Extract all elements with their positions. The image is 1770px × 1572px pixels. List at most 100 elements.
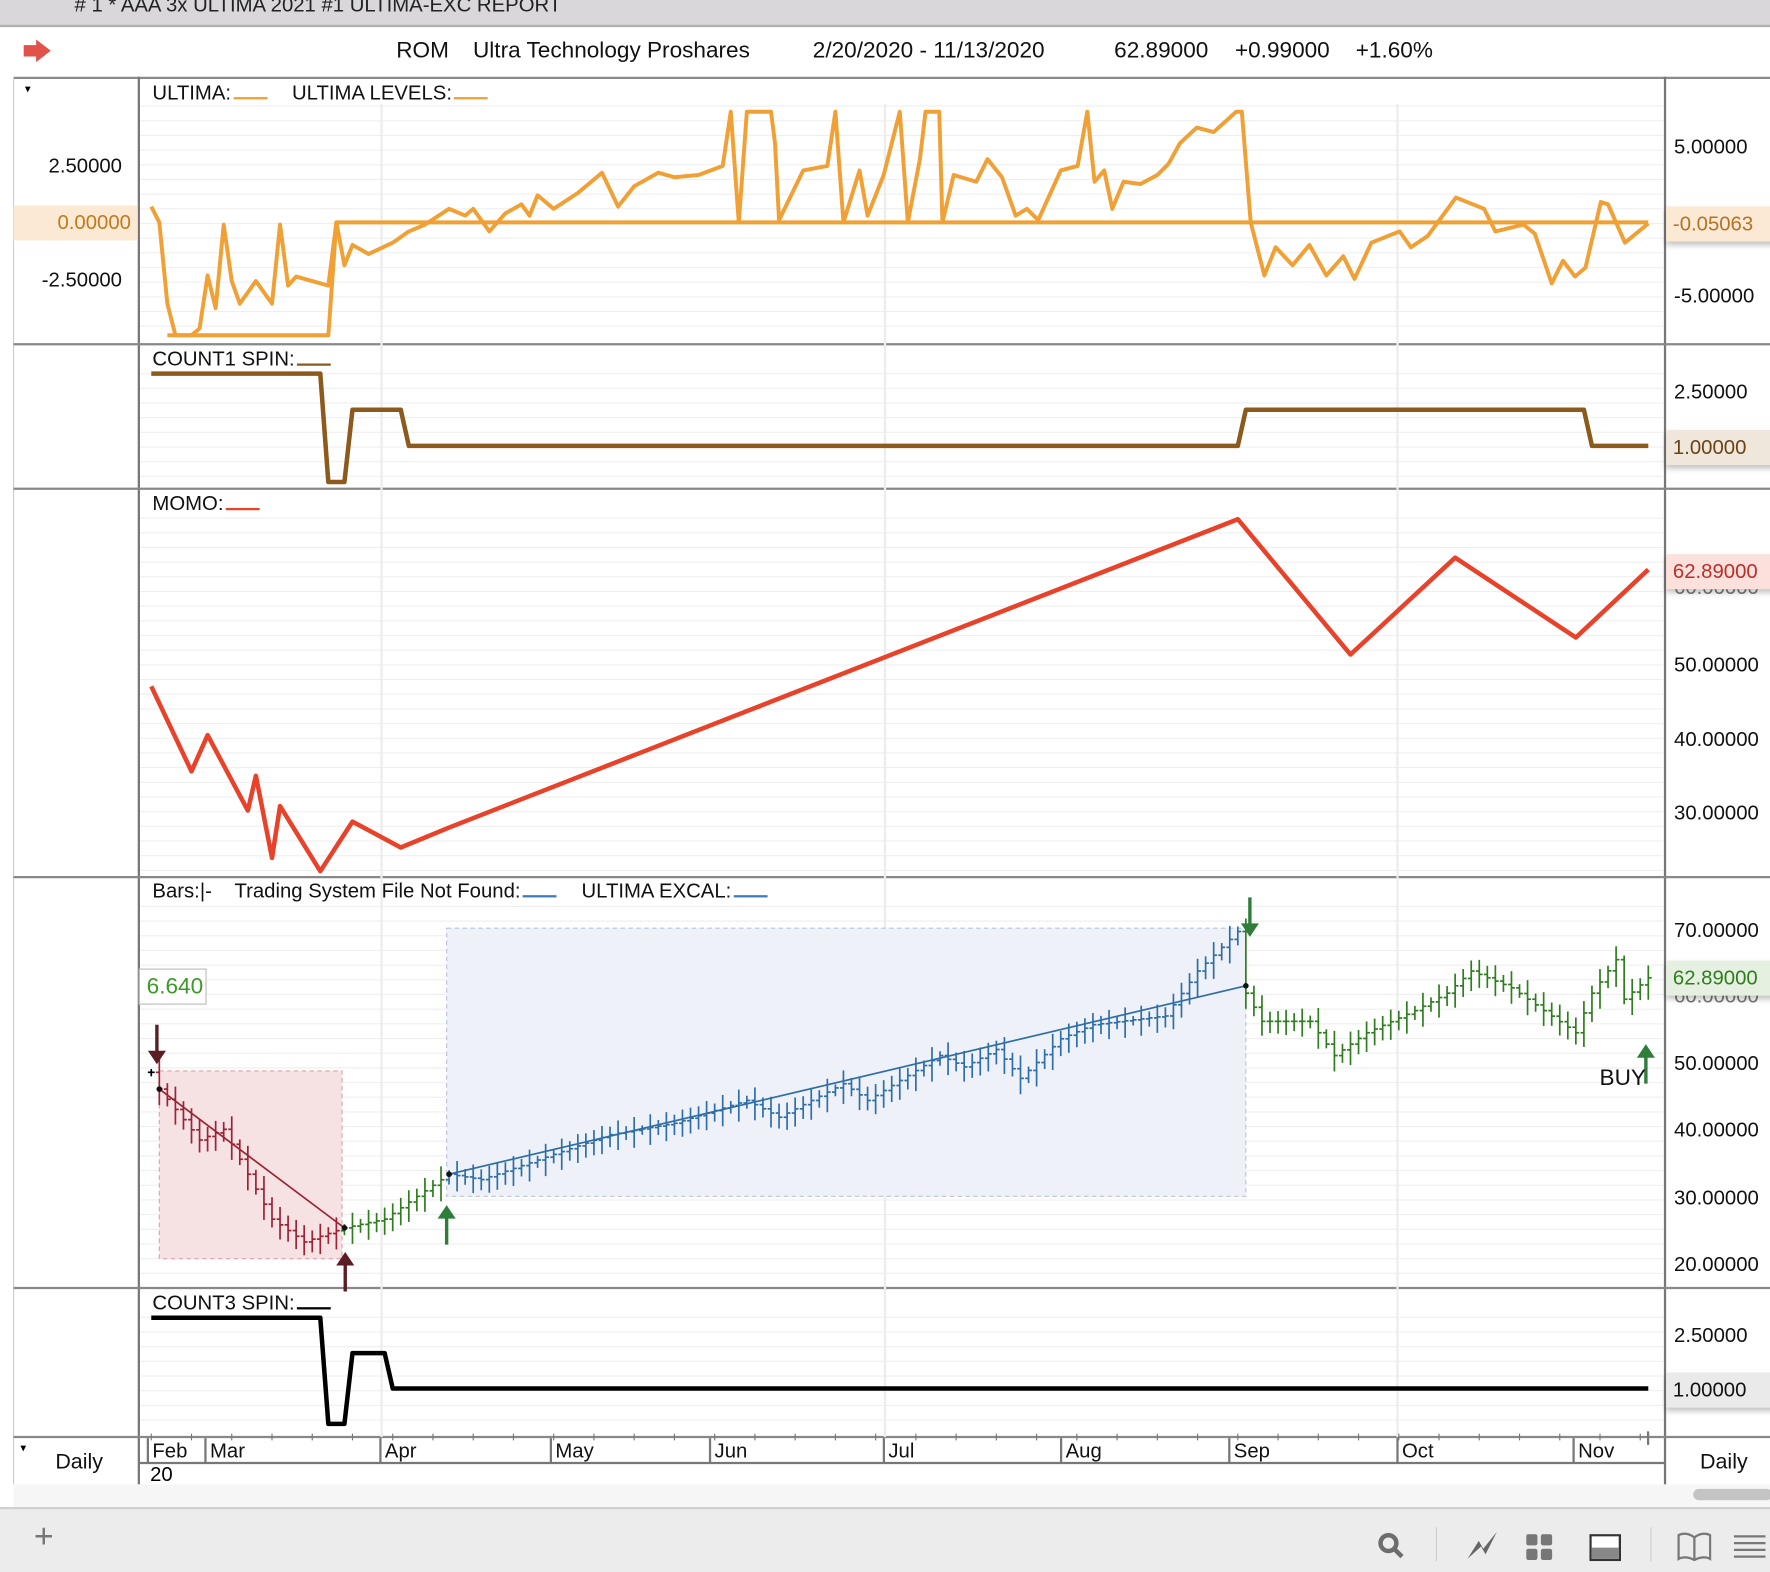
left-axis-tick: 2.50000 [48, 154, 123, 178]
price-bar [1290, 1013, 1298, 1032]
buy-signal-label: BUY [1599, 1065, 1646, 1091]
price-bar [1636, 978, 1644, 1001]
interval-selector-right[interactable]: Daily [1700, 1451, 1748, 1476]
grid-icon[interactable] [1526, 1534, 1553, 1561]
ultima-title: ULTIMA: ULTIMA LEVELS: [152, 81, 489, 105]
price-bar [1516, 984, 1523, 998]
price-bar [1508, 971, 1515, 1004]
price-bar [1347, 1031, 1354, 1065]
momo-value-badge: 62.89000 [1666, 554, 1770, 590]
chart-line-icon[interactable] [1465, 1530, 1499, 1562]
price-bar [1612, 946, 1620, 987]
month-label: May [549, 1438, 594, 1463]
horizontal-scroll-track[interactable] [13, 1484, 1770, 1507]
price-bar [1548, 1002, 1556, 1026]
price-bar [1435, 984, 1443, 1018]
price-bar [1524, 980, 1531, 1016]
interval-dropdown-icon[interactable]: ▾ [20, 1443, 26, 1455]
price-bar [1411, 1005, 1419, 1020]
chart-window: # 1 * AAA 3x ULTIMA 2021 #1 ULTIMA-EXC R… [0, 0, 1770, 1572]
price-bar [1258, 995, 1266, 1036]
momo-line [149, 516, 1650, 874]
right-axis-tick: 30.00000 [1674, 801, 1759, 825]
right-axis-tick: 30.00000 [1674, 1186, 1759, 1209]
add-icon[interactable]: + [34, 1518, 54, 1556]
price-bar [1314, 1008, 1322, 1049]
toolbar-divider [1650, 1527, 1652, 1562]
left-axis-zero-badge: 0.00000 [13, 205, 138, 241]
trendline-point [446, 1171, 452, 1178]
price-bar [389, 1203, 397, 1232]
price-bar [1306, 1015, 1314, 1029]
price-bar [1451, 973, 1459, 1008]
count1-spin-line [151, 371, 1649, 485]
right-axis-tick: 50.00000 [1674, 1052, 1759, 1075]
menu-icon[interactable] [1733, 1534, 1766, 1559]
chart-plot-area[interactable] [0, 0, 1770, 1570]
price-bar [1596, 969, 1604, 1009]
price-bar [1250, 985, 1258, 1017]
price-bar [1379, 1015, 1387, 1041]
price-bar [1298, 1008, 1306, 1037]
ultima-value-badge: -0.05063 [1666, 206, 1770, 242]
price-bar [349, 1212, 356, 1244]
toolbar-divider [1435, 1527, 1438, 1562]
collapse-triangle-icon[interactable]: ▾ [25, 84, 31, 96]
crosshair-value-label: 6.640 [138, 968, 207, 1005]
horizontal-scrollbar-thumb[interactable] [1693, 1488, 1770, 1501]
left-axis-tick: -2.50000 [41, 268, 122, 292]
price-bar [429, 1180, 437, 1198]
right-axis-tick: 40.00000 [1674, 728, 1759, 751]
price-bar [1500, 974, 1507, 992]
right-axis-tick: 2.50000 [1674, 380, 1748, 403]
price-bar [421, 1177, 429, 1212]
count3-value-badge: 1.00000 [1666, 1372, 1770, 1408]
price-bar [1355, 1029, 1362, 1055]
month-label: Sep [1228, 1438, 1270, 1463]
count1-title: COUNT1 SPIN: [152, 348, 331, 372]
trendline-point [156, 1086, 163, 1092]
book-icon[interactable] [1677, 1532, 1712, 1562]
right-axis-tick: 5.00000 [1674, 135, 1748, 159]
count3-title: COUNT3 SPIN: [152, 1291, 331, 1315]
right-axis-tick: 70.00000 [1674, 918, 1759, 942]
month-label: Jul [882, 1438, 914, 1463]
right-axis-tick: 40.00000 [1674, 1118, 1759, 1142]
price-value-badge: 62.89000 [1666, 960, 1770, 996]
interval-selector-left[interactable]: Daily [55, 1451, 103, 1476]
price-bar [1483, 965, 1491, 989]
price-bar [1588, 985, 1596, 1023]
price-bar [1419, 992, 1427, 1027]
price-bar [357, 1218, 364, 1233]
price-bar [1266, 1011, 1274, 1033]
right-axis-tick: 20.00000 [1674, 1253, 1759, 1276]
panel-layout-icon[interactable] [1589, 1534, 1621, 1562]
first-day-label: 20 [150, 1462, 173, 1486]
search-icon[interactable] [1377, 1532, 1406, 1561]
month-label: Nov [1572, 1438, 1614, 1463]
price-bar [405, 1190, 413, 1222]
price-bar [1387, 1009, 1395, 1040]
right-axis-tick: 2.50000 [1674, 1324, 1748, 1347]
price-bar [1331, 1030, 1338, 1072]
month-label: Apr [379, 1438, 417, 1463]
trendline-point [341, 1225, 348, 1231]
price-bar [1491, 965, 1499, 997]
month-label: Mar [204, 1438, 245, 1463]
bottom-toolbar: + [0, 1506, 1770, 1572]
month-label: Aug [1059, 1438, 1102, 1463]
right-axis-tick: 50.00000 [1674, 653, 1759, 677]
month-label: Jun [708, 1438, 747, 1463]
buy-arrow-icon [437, 1205, 456, 1245]
right-axis-tick: -5.00000 [1674, 284, 1755, 308]
price-bar [1363, 1021, 1370, 1053]
momo-title: MOMO: [152, 492, 260, 516]
sell-arrow-icon [147, 1024, 166, 1065]
price-bar [147, 1068, 155, 1077]
price-bar [1475, 959, 1483, 988]
price-bar [1371, 1018, 1379, 1046]
price-bar [1282, 1009, 1290, 1036]
price-bar [1443, 986, 1451, 1007]
price-bar [1403, 1001, 1411, 1034]
down-zone [158, 1070, 343, 1260]
